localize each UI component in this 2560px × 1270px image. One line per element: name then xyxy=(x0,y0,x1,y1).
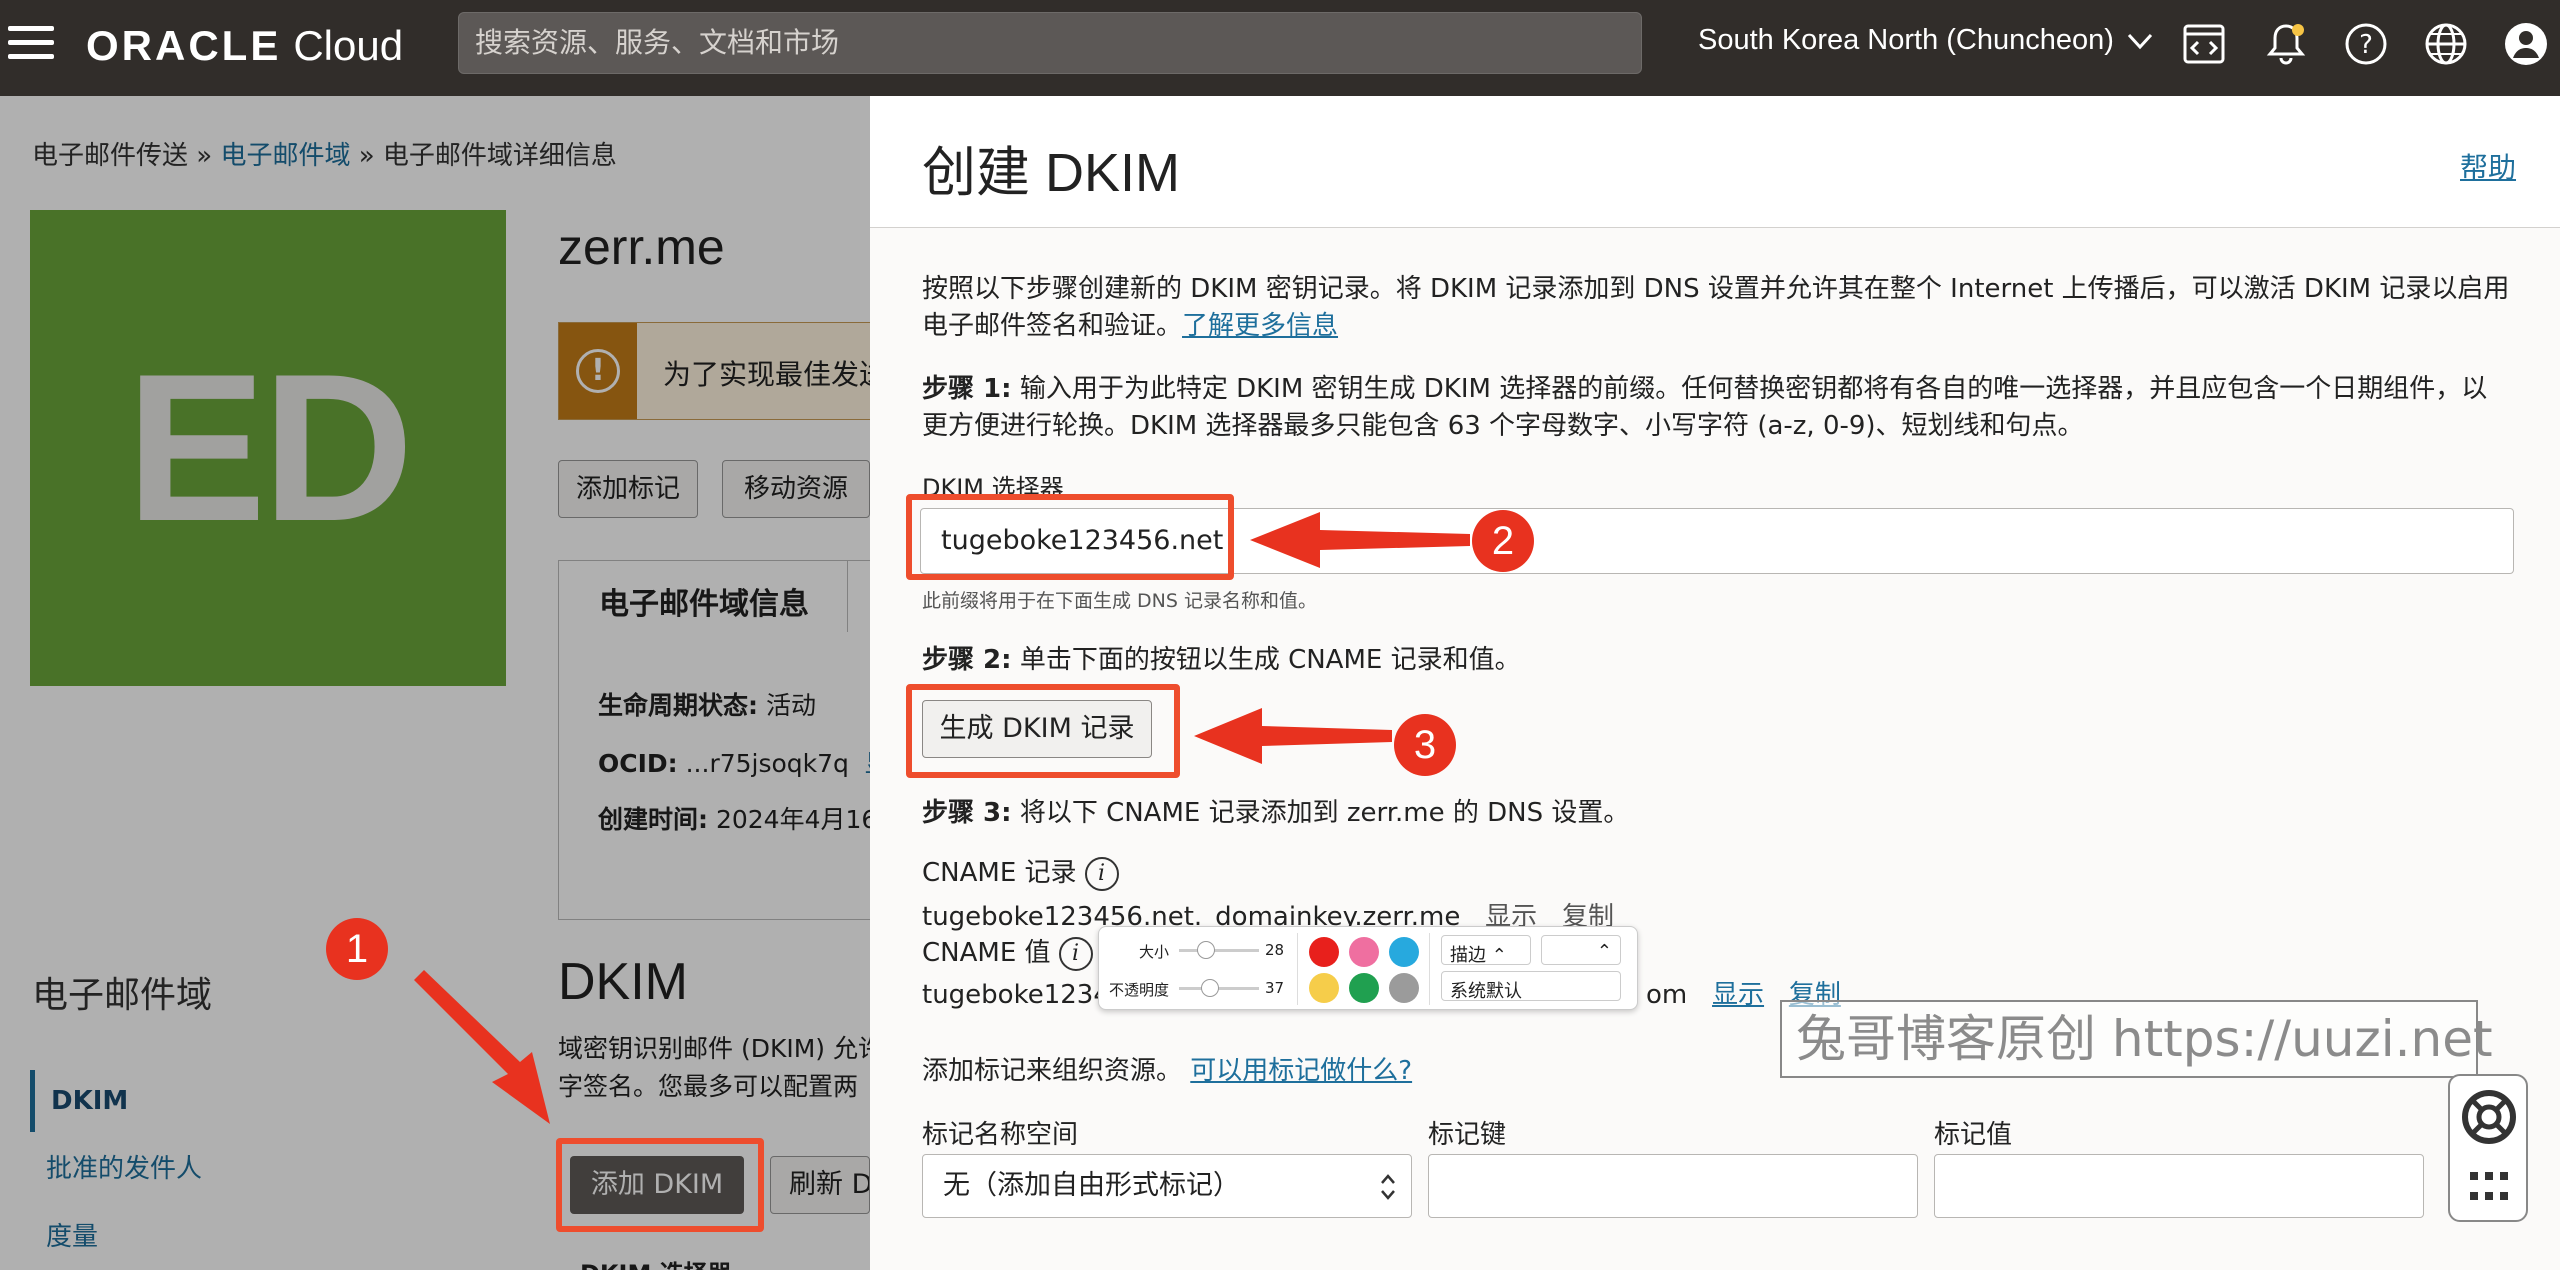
opacity-label: 不透明度 xyxy=(1109,981,1170,999)
callout-badge-2: 2 xyxy=(1472,510,1534,572)
size-value: 28 xyxy=(1265,941,1285,959)
font-select-value: 系统默认 xyxy=(1450,981,1522,1002)
size-label: 大小 xyxy=(1139,943,1170,961)
color-swatch-gray[interactable] xyxy=(1389,973,1419,1003)
callout-badge-3: 3 xyxy=(1394,714,1456,776)
color-swatch-green[interactable] xyxy=(1349,973,1379,1003)
color-swatch-pink[interactable] xyxy=(1349,937,1379,967)
color-swatch-red[interactable] xyxy=(1309,937,1339,967)
grid-dots-icon xyxy=(2470,1172,2508,1200)
size-slider[interactable] xyxy=(1179,941,1259,959)
size-slider-handle[interactable] xyxy=(1197,941,1215,959)
lifebuoy-icon xyxy=(2462,1090,2516,1144)
callout-badge-1: 1 xyxy=(326,918,388,980)
color-swatch-blue[interactable] xyxy=(1389,937,1419,967)
font-select[interactable]: 系统默认 xyxy=(1441,971,1621,1002)
annotation-toolbar: 大小 28 不透明度 37 描边 ⌃ ⌃ 系统默认 xyxy=(1098,926,1638,1010)
arrow-2 xyxy=(1250,512,1470,568)
annotation-arrows xyxy=(414,512,1470,1124)
opacity-value: 37 xyxy=(1265,979,1285,997)
arrow-1 xyxy=(414,970,550,1124)
stroke-select-value: 描边 xyxy=(1450,945,1486,966)
stroke-width-select[interactable]: ⌃ xyxy=(1541,935,1621,965)
support-widget[interactable] xyxy=(2448,1074,2528,1222)
color-swatch-yellow[interactable] xyxy=(1309,973,1339,1003)
opacity-slider[interactable] xyxy=(1179,979,1259,997)
watermark: 兔哥博客原创 https://uuzi.net xyxy=(1780,1000,2493,1078)
stroke-select[interactable]: 描边 ⌃ xyxy=(1441,935,1531,966)
opacity-slider-handle[interactable] xyxy=(1201,979,1219,997)
toolbar-divider xyxy=(1297,933,1298,1005)
arrow-3 xyxy=(1194,708,1392,764)
toolbar-divider-2 xyxy=(1429,933,1430,1005)
